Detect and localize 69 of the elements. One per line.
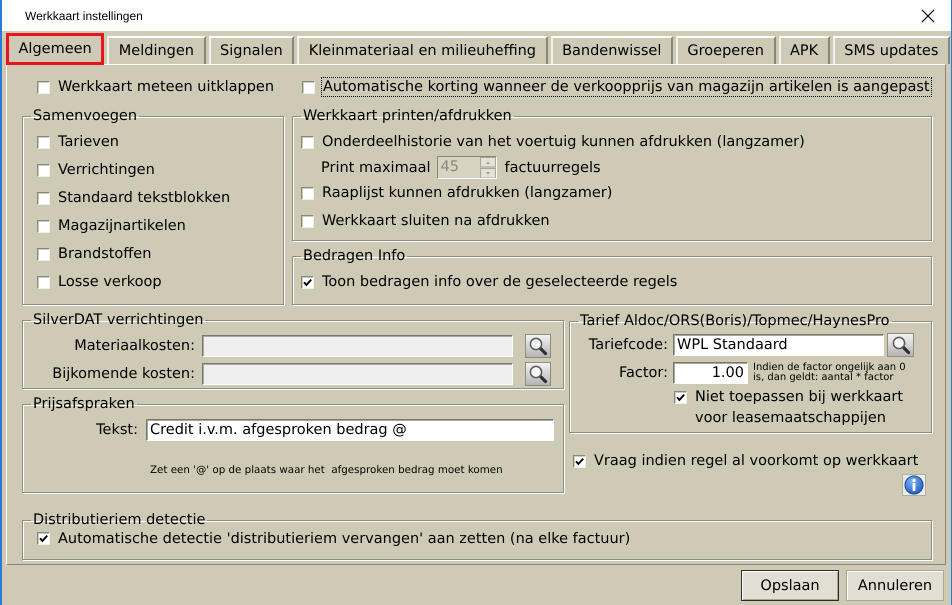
checkbox-label[interactable]: Automatische detectie 'distributieriem vervangen' aan zetten (na elke factuur) (57, 530, 632, 548)
text-field[interactable]: 1.00 (673, 362, 748, 384)
hint-text: Zet een '@' op de plaats waar het afgesproken bedrag moet komen (149, 463, 504, 477)
text-field[interactable]: Credit i.v.m. afgesproken bedrag @ (146, 419, 554, 441)
checkbox-label[interactable]: Raaplijst kunnen afdrukken (langzamer) (321, 184, 614, 202)
group-title: Tarief Aldoc/ORS(Boris)/Topmec/HaynesPro (579, 313, 891, 330)
tab[interactable]: APK (778, 36, 830, 64)
checkbox[interactable] (674, 391, 687, 404)
tab[interactable]: Signalen (208, 36, 294, 64)
checkbox[interactable] (37, 164, 50, 176)
checkbox-label[interactable]: Werkkaart sluiten na afdrukken (321, 212, 551, 230)
checkbox-label[interactable]: Automatische korting wanneer de verkoopprijs van magazijn artikelen is aangepast (322, 78, 931, 96)
checkbox-label[interactable]: Brandstoffen (57, 245, 152, 263)
spinner-unit-label: factuurregels (504, 160, 601, 176)
info-icon (904, 475, 924, 495)
field-label: Tariefcode: (588, 337, 668, 353)
tab[interactable]: Kleinmateriaal en milieuheffing (297, 36, 548, 64)
dialog-button[interactable]: Annuleren (846, 570, 944, 601)
checkbox[interactable] (301, 136, 314, 148)
checkbox[interactable] (37, 136, 50, 148)
group-title: Werkkaart printen/afdrukken (302, 108, 513, 125)
group-title: Bedragen Info (302, 248, 406, 265)
field-label: Bijkomende kosten: (51, 366, 195, 382)
group-title: Prijsafspraken (32, 396, 136, 413)
tab[interactable]: Meldingen (107, 36, 206, 64)
tab[interactable]: Groeperen (676, 36, 776, 64)
checkbox[interactable] (37, 276, 50, 288)
checkbox[interactable] (37, 192, 50, 204)
checkbox-label[interactable]: Niet toepassen bij werkkaart voor leasemaatschappijen (694, 387, 922, 429)
window-title: Werkkaart instellingen (25, 8, 143, 22)
checkbox[interactable] (301, 276, 314, 288)
tab[interactable]: Algemeen (6, 33, 104, 65)
factor-note: Indien de factor ongelijk aan 0 is, dan geldt: aantal * factor (753, 362, 907, 384)
spinner-label: Print maximaal (321, 160, 431, 176)
search-icon (890, 335, 910, 355)
search-icon (528, 364, 548, 384)
group-title: Distributieriem detectie (32, 512, 206, 529)
close-icon[interactable] (921, 8, 935, 22)
tab[interactable]: SMS updates (832, 36, 950, 64)
field-label: Tekst: (95, 422, 138, 438)
checkbox-label[interactable]: Verrichtingen (57, 161, 156, 179)
checkbox[interactable] (301, 186, 314, 200)
checkbox-label[interactable]: Losse verkoop (57, 273, 163, 291)
checkbox-label[interactable]: Tarieven (57, 133, 120, 151)
text-field[interactable]: WPL Standaard (673, 334, 884, 356)
checkbox[interactable] (37, 220, 50, 232)
group-title: Samenvoegen (32, 108, 138, 125)
checkbox[interactable] (301, 214, 314, 228)
checkbox[interactable] (573, 454, 586, 468)
search-icon (528, 336, 548, 356)
checkbox-label[interactable]: Werkkaart meteen uitklappen (57, 78, 276, 96)
checkbox[interactable] (37, 80, 50, 94)
tab[interactable]: Bandenwissel (550, 36, 673, 64)
search-button[interactable] (525, 362, 551, 386)
checkbox-label[interactable]: Onderdeelhistorie van het voertuig kunnen afdrukken (langzamer) (321, 133, 806, 151)
search-button[interactable] (887, 333, 914, 357)
checkbox-label[interactable]: Standaard tekstblokken (57, 189, 232, 207)
checkbox-label[interactable]: Magazijnartikelen (57, 217, 187, 235)
field-label: Materiaalkosten: (73, 338, 195, 354)
checkbox[interactable] (37, 248, 50, 260)
search-button[interactable] (525, 334, 551, 358)
checkbox[interactable] (37, 532, 50, 545)
group-title: SilverDAT verrichtingen (32, 312, 204, 329)
checkbox[interactable] (302, 80, 315, 94)
checkbox-label[interactable]: Vraag indien regel al voorkomt op werkkaart (593, 452, 920, 470)
dialog-button[interactable]: Opslaan (741, 570, 839, 601)
checkbox-label[interactable]: Toon bedragen info over de geselecteerde regels (321, 273, 678, 291)
field-label: Factor: (618, 365, 668, 381)
info-button[interactable] (902, 474, 926, 496)
